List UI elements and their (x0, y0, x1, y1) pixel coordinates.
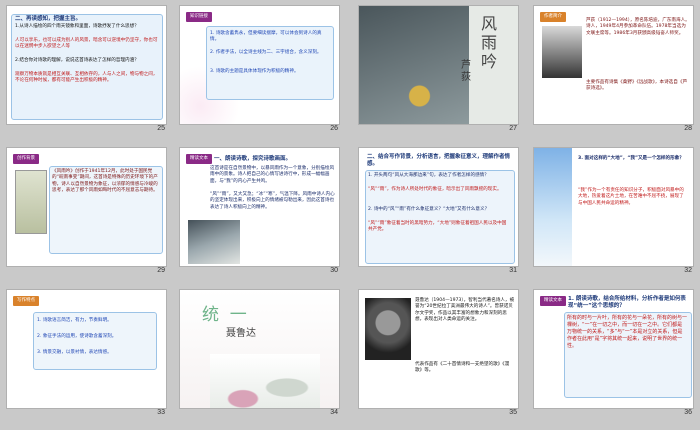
slide-canvas: 写作特点 1. 诗歌语言简洁，有力，节奏鲜明。 2. 象征手法的运用，使诗歌含蓄… (6, 289, 167, 409)
author-portrait (542, 26, 582, 78)
slide-thumb-34[interactable]: 统 一 聂鲁达 34 (179, 289, 340, 416)
leaf-image (359, 6, 469, 124)
slide-canvas: 作者简介 芦荻（1912—1994），原名陈培迪，广东南海人。诗人，1949年4… (533, 5, 694, 125)
slide-number: 35 (509, 409, 517, 416)
sky-image (534, 148, 572, 266)
slide-thumb-31[interactable]: 二、结合写作背景，分析语言，把握象征意义，理解作者情感。 1. 开头两句“风从大… (358, 147, 519, 274)
section-tag: 精读文本 (186, 154, 212, 164)
slide-thumb-32[interactable]: 3. 面对这样的“大地”，“我”又是一个怎样的形象？ “我”作为一个有责任的知识… (533, 147, 694, 274)
slide-heading: 二、结合写作背景，分析语言，把握象征意义，理解作者情感。 (367, 154, 511, 167)
slide-sorter-grid: 二、再读感知，把握主旨。 1.从诗人描绘的四个雨天镜象和里面，诗歌抒发了什么思想… (0, 0, 700, 430)
slide-canvas: 聂鲁达（1904—1973），智利当代著名诗人，被誉为“20世纪拉丁美洲最伟大的… (358, 289, 519, 409)
slide-number: 32 (684, 267, 692, 274)
list-item: 3. 情景交融，以景衬情，表达情感。 (37, 350, 112, 355)
list-item: 2. 象征手法的运用，使诗歌含蓄深刻。 (37, 334, 117, 339)
slide-thumb-25[interactable]: 二、再读感知，把握主旨。 1.从诗人描绘的四个雨天镜象和里面，诗歌抒发了什么思想… (6, 5, 167, 132)
slide-heading: 一、朗读诗歌，探究诗歌画面。 (214, 156, 292, 162)
answer-1: “风”“雨”，作为诗人所处时代的象征，暗示出了风雨飘摇的现实。 (368, 187, 502, 192)
slide-thumb-36[interactable]: 精读文本 1. 朗读诗歌，结合所给材料，分析作者是如何表现“统一”这个思想的？ … (533, 289, 694, 416)
slide-canvas: 二、再读感知，把握主旨。 1.从诗人描绘的四个雨天镜象和里面，诗歌抒发了什么思想… (6, 5, 167, 125)
paragraph: “风”“雨”，又大又急；“冰”“寒”，气温下降。风雨中诗人内心的坚定体现出来，积… (210, 192, 335, 210)
slide-thumb-27[interactable]: 风雨吟 芦荻 27 (358, 5, 519, 132)
question-1: 1. 开头两句“风从大海那边来”句，表达了作者怎样的感情？ (368, 173, 489, 178)
list-item: 2. 作者手法，以全诗主线为二、三字组合，含义深刻。 (210, 50, 322, 55)
slide-thumb-29[interactable]: 创作背景 《风雨吟》创作于1941年12月，此时处于国民党的“皖南事变”期间，这… (6, 147, 167, 274)
question-2: 2.结合你对诗歌的理解，说说这首诗表达了怎样的哲理内涵？ (15, 58, 139, 63)
slide-number: 31 (509, 267, 517, 274)
slide-thumb-30[interactable]: 精读文本 一、朗读诗歌，探究诗歌画面。 这首诗是在自然景物中，以暴风雨作为一个意… (179, 147, 340, 274)
slide-number: 26 (330, 125, 338, 132)
slide-number: 29 (157, 267, 165, 274)
slide-canvas: 3. 面对这样的“大地”，“我”又是一个怎样的形象？ “我”作为一个有责任的知识… (533, 147, 694, 267)
book-cover (15, 170, 47, 234)
question: 3. 面对这样的“大地”，“我”又是一个怎样的形象？ (578, 156, 684, 161)
poem-author: 芦荻 (461, 60, 471, 83)
slide-heading: 1. 朗读诗歌，结合所给材料，分析作者是如何表现“统一”这个思想的？ (568, 296, 686, 309)
section-tag: 写作特点 (13, 296, 39, 306)
quote-text: 所有的时与一片叶，所有的花与一朵花，所有的树与一棵树，“一”在一切之中，而一切在… (567, 315, 688, 349)
slide-thumb-26[interactable]: 知识链接 1. 诗歌含蓄隽永，但要细读揣摩，可以体会到诗人的真情。 2. 作者手… (179, 5, 340, 132)
slide-number: 33 (157, 409, 165, 416)
author-works: 主要作品有诗集《桑野》《远战歌》，本诗选自《芦荻诗选》。 (586, 80, 688, 92)
slide-number: 36 (684, 409, 692, 416)
author-works: 代表作品有《二十首情诗和一支绝望的歌》《漫歌》等。 (415, 362, 510, 374)
poem-title: 风雨吟 (481, 14, 498, 71)
slide-number: 34 (330, 409, 338, 416)
slide-number: 28 (684, 125, 692, 132)
background-text: 《风雨吟》创作于1941年12月，此时处于国民党的“皖南事变”期间，这首诗是特殊… (52, 169, 158, 194)
poem-author: 聂鲁达 (226, 328, 256, 339)
question-2: 2. 诗中的“风”“雨”有什么象征意义？“大地”又有什么意义？ (368, 207, 490, 212)
author-bio: 聂鲁达（1904—1973），智利当代著名诗人，被誉为“20世纪拉丁美洲最伟大的… (415, 298, 515, 323)
list-item: 1. 诗歌含蓄隽永，但要细读揣摩，可以体会到诗人的真情。 (210, 31, 322, 43)
slide-canvas: 精读文本 一、朗读诗歌，探究诗歌画面。 这首诗是在自然景物中，以暴风雨作为一个意… (179, 147, 340, 267)
lotus-image (210, 354, 320, 408)
slide-canvas: 知识链接 1. 诗歌含蓄隽永，但要细读揣摩，可以体会到诗人的真情。 2. 作者手… (179, 5, 340, 125)
poem-title: 统 一 (202, 305, 247, 325)
author-portrait (365, 298, 411, 360)
paragraph: 这首诗是在自然景物中，以暴风雨作为一个意象，分别描绘风雨中的景象。诗人把自己的心… (210, 166, 335, 184)
author-bio: 芦荻（1912—1994），原名陈培迪，广东南海人。诗人，1949年4月参加革命… (586, 18, 690, 36)
slide-canvas: 风雨吟 芦荻 (358, 5, 519, 125)
slide-number: 27 (509, 125, 517, 132)
slide-canvas: 精读文本 1. 朗读诗歌，结合所给材料，分析作者是如何表现“统一”这个思想的？ … (533, 289, 694, 409)
answer: “我”作为一个有责任的知识分子，积极面对风暴中的大地，热爱着这片土地，在苦难中不… (578, 188, 684, 206)
section-tag: 精读文本 (540, 296, 566, 306)
question-1: 1.从诗人描绘的四个雨天镜象和里面，诗歌抒发了什么思想？ (15, 24, 139, 29)
slide-thumb-28[interactable]: 作者简介 芦荻（1912—1994），原名陈培迪，广东南海人。诗人，1949年4… (533, 5, 694, 132)
answer-1: 人可以享乐，也可以成为别人的风景，暗含可以逆境中仍坚守，你也可以在迷惘中步入欲望… (15, 38, 158, 50)
storm-image (188, 220, 240, 264)
slide-number: 30 (330, 267, 338, 274)
slide-thumb-33[interactable]: 写作特点 1. 诗歌语言简洁，有力，节奏鲜明。 2. 象征手法的运用，使诗歌含蓄… (6, 289, 167, 416)
answer-2: 观察万物本质就是相互关联、互相依存的，人与人之间，物与物之间，不论在何种时候，都… (15, 72, 158, 84)
slide-canvas: 创作背景 《风雨吟》创作于1941年12月，此时处于国民党的“皖南事变”期间，这… (6, 147, 167, 267)
slide-thumb-35[interactable]: 聂鲁达（1904—1973），智利当代著名诗人，被誉为“20世纪拉丁美洲最伟大的… (358, 289, 519, 416)
section-tag: 创作背景 (13, 154, 39, 164)
list-item: 3. 诗歌的主题是具体体现作为积极的精神。 (210, 69, 299, 74)
slide-canvas: 二、结合写作背景，分析语言，把握象征意义，理解作者情感。 1. 开头两句“风从大… (358, 147, 519, 267)
content-box (365, 170, 515, 264)
slide-canvas: 统 一 聂鲁达 (179, 289, 340, 409)
slide-number: 25 (157, 125, 165, 132)
answer-2: “风”“雨”象征着当时的黑暗势力，“大地”则象征着祖国人民以及中国共产党。 (368, 221, 507, 233)
section-tag: 作者简介 (540, 12, 566, 22)
slide-heading: 二、再读感知，把握主旨。 (15, 16, 82, 22)
section-tag: 知识链接 (186, 12, 212, 22)
list-item: 1. 诗歌语言简洁，有力，节奏鲜明。 (37, 318, 112, 323)
